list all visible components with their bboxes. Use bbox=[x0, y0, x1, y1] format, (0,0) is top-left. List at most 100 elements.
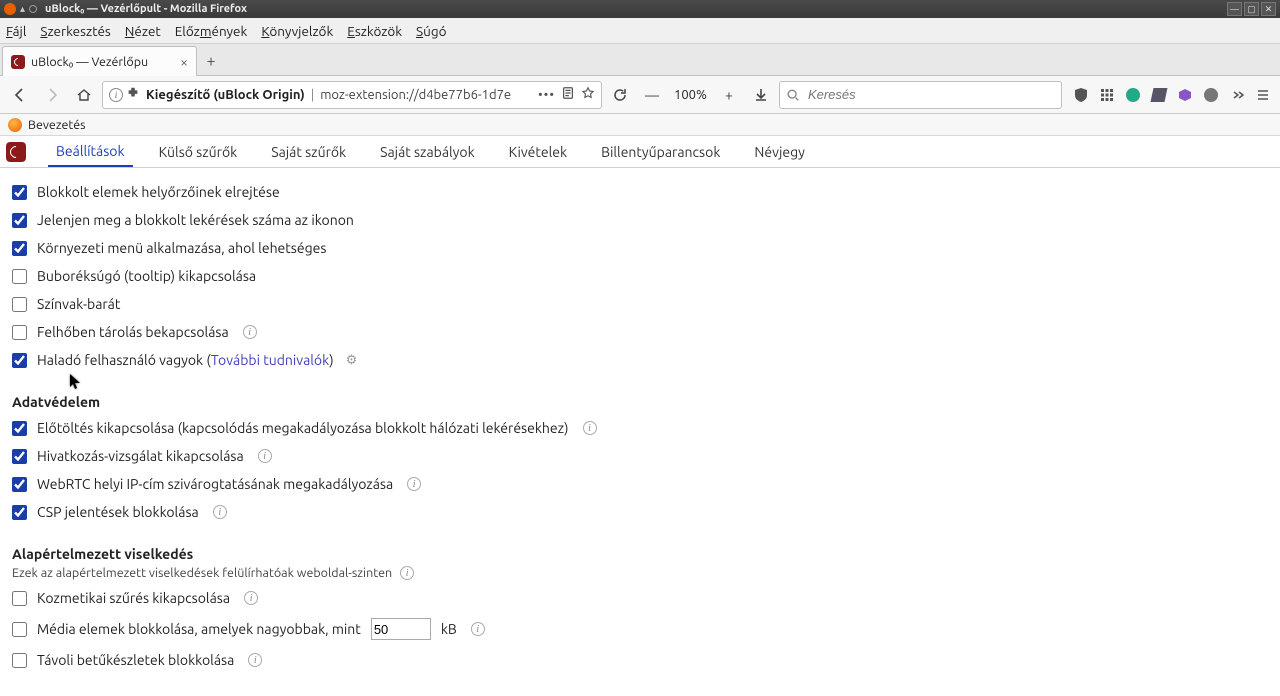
menu-nézet[interactable]: Nézet bbox=[125, 23, 161, 39]
ubo-tab-1[interactable]: Külső szűrők bbox=[151, 138, 246, 166]
os-titlebar: ▴ uBlock₀ — Vezérlőpult - Mozilla Firefo… bbox=[0, 0, 1280, 18]
setting-label: CSP jelentések blokkolása bbox=[37, 504, 199, 520]
zoom-out-button[interactable]: — bbox=[638, 81, 666, 109]
info-icon[interactable]: i bbox=[258, 449, 272, 463]
ublock-tab-bar: Beállítások Külső szűrők Saját szűrők Saját… bbox=[0, 136, 1280, 168]
nav-forward-button[interactable] bbox=[38, 81, 66, 109]
zoom-level[interactable]: 100% bbox=[670, 88, 711, 102]
downloads-button[interactable] bbox=[747, 81, 775, 109]
window-minimize-button[interactable]: — bbox=[1227, 2, 1242, 16]
url-bar[interactable]: i Kiegészítő (uBlock Origin) | moz-exten… bbox=[102, 81, 602, 109]
ublock-tab-icon bbox=[11, 55, 25, 69]
menu-súgó[interactable]: Súgó bbox=[416, 23, 446, 39]
setting-label: Távoli betűkészletek blokkolása bbox=[37, 652, 234, 668]
privacy-2-checkbox[interactable] bbox=[12, 477, 27, 492]
bookmarks-bar: Bevezetés bbox=[0, 114, 1280, 136]
privacy-1-checkbox[interactable] bbox=[12, 449, 27, 464]
browser-tab[interactable]: uBlock₀ — Vezérlőpu × bbox=[2, 46, 197, 76]
window-maximize-button[interactable]: ▢ bbox=[1244, 2, 1259, 16]
info-icon[interactable]: i bbox=[244, 591, 258, 605]
setting-label: Jelenjen meg a blokkolt lekérések száma … bbox=[37, 212, 354, 228]
advanced-more-link[interactable]: További tudnivalók bbox=[211, 352, 329, 368]
ubo-tab-0[interactable]: Beállítások bbox=[48, 137, 133, 167]
general-4-checkbox[interactable] bbox=[12, 297, 27, 312]
settings-scroll-area[interactable]: Blokkolt elemek helyőrzőinek elrejtéseJe… bbox=[0, 168, 1280, 696]
site-info-icon[interactable]: i bbox=[109, 88, 123, 102]
ubo-tab-2[interactable]: Saját szűrők bbox=[263, 138, 354, 166]
window-menu-dot-icon[interactable] bbox=[29, 5, 37, 13]
info-icon[interactable]: i bbox=[248, 653, 262, 667]
browser-toolbar: i Kiegészítő (uBlock Origin) | moz-exten… bbox=[0, 76, 1280, 114]
reload-button[interactable] bbox=[606, 81, 634, 109]
setting-label: Haladó felhasználó vagyok (További tudni… bbox=[37, 352, 334, 368]
bookmark-item[interactable]: Bevezetés bbox=[28, 118, 86, 132]
setting-label: Színvak-barát bbox=[37, 296, 120, 312]
privacy-0-checkbox[interactable] bbox=[12, 421, 27, 436]
new-tab-button[interactable]: + bbox=[197, 47, 225, 75]
tab-close-button[interactable]: × bbox=[180, 54, 188, 70]
setting-label: Környezeti menü alkalmazása, ahol lehets… bbox=[37, 240, 326, 256]
firefox-icon bbox=[4, 3, 16, 15]
setting-label: Kozmetikai szűrés kikapcsolása bbox=[37, 590, 230, 606]
extension-icon bbox=[126, 86, 140, 103]
unit-label: kB bbox=[441, 621, 457, 637]
search-bar[interactable] bbox=[779, 81, 1062, 109]
search-input[interactable] bbox=[806, 86, 1055, 103]
advanced-checkbox[interactable] bbox=[12, 353, 27, 368]
media-size-input[interactable] bbox=[371, 618, 431, 640]
window-close-button[interactable]: ✕ bbox=[1261, 2, 1276, 16]
ubo-tab-3[interactable]: Saját szabályok bbox=[372, 138, 483, 166]
page-actions-icon[interactable]: ••• bbox=[538, 88, 555, 102]
bookmark-item-icon bbox=[8, 118, 22, 132]
bookmark-star-icon[interactable] bbox=[581, 86, 595, 103]
ext-cube-icon[interactable] bbox=[1174, 84, 1196, 106]
search-icon bbox=[786, 88, 800, 102]
menu-szerkesztés[interactable]: Szerkesztés bbox=[40, 23, 110, 39]
gear-icon[interactable]: ⚙ bbox=[346, 353, 358, 368]
ublock-logo-icon bbox=[6, 142, 26, 162]
reader-mode-icon[interactable] bbox=[561, 86, 575, 103]
hamburger-menu-icon[interactable] bbox=[1252, 84, 1274, 106]
window-title: uBlock₀ — Vezérlőpult - Mozilla Firefox bbox=[45, 3, 247, 15]
privacy-3-checkbox[interactable] bbox=[12, 505, 27, 520]
menu-fájl[interactable]: Fájl bbox=[6, 23, 26, 39]
info-icon[interactable]: i bbox=[243, 325, 257, 339]
default-0-checkbox[interactable] bbox=[12, 591, 27, 606]
ublock-toolbar-icon[interactable] bbox=[1070, 84, 1092, 106]
info-icon[interactable]: i bbox=[400, 566, 414, 580]
ubo-tab-6[interactable]: Névjegy bbox=[746, 138, 812, 166]
nav-home-button[interactable] bbox=[70, 81, 98, 109]
ubo-tab-4[interactable]: Kivételek bbox=[501, 138, 575, 166]
general-5-checkbox[interactable] bbox=[12, 325, 27, 340]
ext-green-icon[interactable] bbox=[1122, 84, 1144, 106]
zoom-in-button[interactable]: + bbox=[715, 81, 743, 109]
info-icon[interactable]: i bbox=[213, 505, 227, 519]
setting-label: WebRTC helyi IP-cím szivárogtatásának me… bbox=[37, 476, 393, 492]
setting-label: Felhőben tárolás bekapcsolása bbox=[37, 324, 229, 340]
general-2-checkbox[interactable] bbox=[12, 241, 27, 256]
extension-name: Kiegészítő (uBlock Origin) bbox=[146, 88, 305, 102]
default-2-checkbox[interactable] bbox=[12, 653, 27, 668]
menu-eszközök[interactable]: Eszközök bbox=[347, 23, 402, 39]
overflow-icon[interactable] bbox=[1226, 84, 1248, 106]
default-behavior-header: Alapértelmezett viselkedés bbox=[12, 546, 1268, 562]
info-icon[interactable]: i bbox=[471, 622, 485, 636]
setting-label: Buboréksúgó (tooltip) kikapcsolása bbox=[37, 268, 256, 284]
setting-label: Média elemek blokkolása, amelyek nagyobb… bbox=[37, 621, 361, 637]
ubo-tab-5[interactable]: Billentyűparancsok bbox=[593, 138, 728, 166]
ext-gray-icon[interactable] bbox=[1200, 84, 1222, 106]
menu-könyvjelzők[interactable]: Könyvjelzők bbox=[261, 23, 333, 39]
nav-back-button[interactable] bbox=[6, 81, 34, 109]
general-0-checkbox[interactable] bbox=[12, 185, 27, 200]
default-1-checkbox[interactable] bbox=[12, 622, 27, 637]
window-menu-icon[interactable]: ▴ bbox=[20, 3, 25, 15]
general-1-checkbox[interactable] bbox=[12, 213, 27, 228]
info-icon[interactable]: i bbox=[407, 477, 421, 491]
url-text: moz-extension://d4be77b6-1d7e bbox=[320, 88, 532, 102]
setting-label: Előtöltés kikapcsolása (kapcsolódás mega… bbox=[37, 420, 569, 436]
general-3-checkbox[interactable] bbox=[12, 269, 27, 284]
ext-dark-icon[interactable] bbox=[1148, 84, 1170, 106]
apps-grid-icon[interactable] bbox=[1096, 84, 1118, 106]
menu-előzmények[interactable]: Előzmények bbox=[175, 23, 248, 39]
info-icon[interactable]: i bbox=[583, 421, 597, 435]
